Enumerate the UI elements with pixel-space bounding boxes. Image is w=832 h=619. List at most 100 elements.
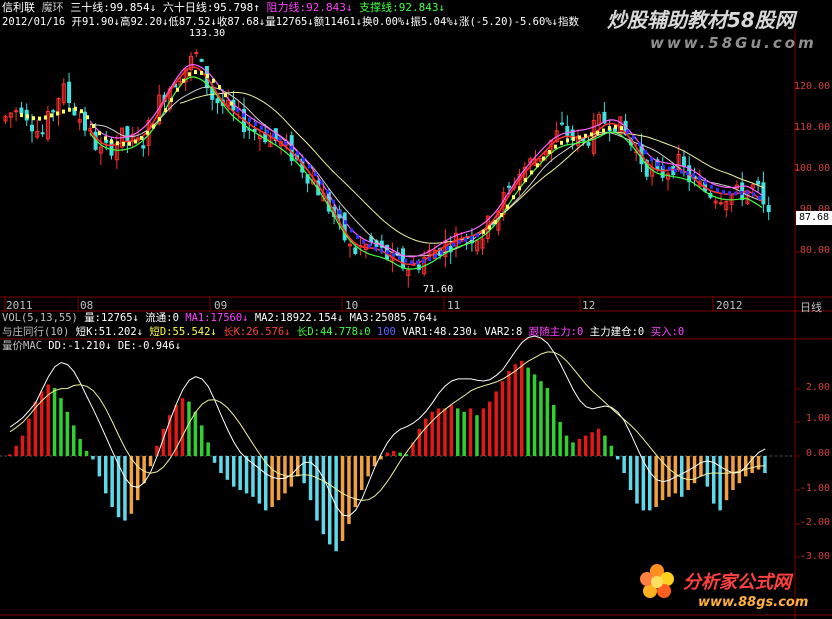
macd-bar [577, 439, 582, 456]
trend-dot [266, 129, 269, 134]
macd-bar [148, 456, 153, 467]
trend-dot [716, 187, 719, 192]
macd-bar [417, 428, 422, 456]
trend-dot [746, 190, 749, 195]
trend-dot [710, 184, 713, 189]
macd-bar [270, 456, 274, 507]
trend-dot [80, 109, 83, 114]
trend-dot [686, 171, 689, 176]
trend-dot [758, 195, 761, 200]
macd-bar [238, 456, 242, 490]
macd-axis-0: 0.00 [805, 448, 830, 459]
current-price-tag: 87.68 [796, 211, 832, 225]
trend-dot [404, 258, 407, 263]
trend-dot [182, 78, 185, 83]
trend-dot [674, 168, 677, 173]
trend-dot [644, 150, 647, 155]
macd-bar [648, 456, 652, 511]
macd-bar [193, 411, 198, 456]
trend-dot [608, 126, 611, 131]
macd-axis-m3: -3.00 [799, 551, 830, 562]
trend-dot [74, 106, 77, 111]
price-axis-100: 100.00 [794, 163, 831, 174]
trend-dot [452, 242, 455, 247]
macd-bar [520, 360, 524, 456]
macd-bar [449, 405, 454, 456]
macd-bar [289, 456, 294, 487]
candle-body [67, 81, 72, 103]
macd-bar [84, 450, 89, 456]
macd-bar [699, 456, 703, 477]
macd-bar [488, 401, 492, 456]
trend-dot [20, 113, 23, 118]
trend-dot [44, 115, 47, 120]
trend-dot [422, 259, 425, 264]
trend-dot [92, 124, 95, 129]
candle-body [586, 142, 591, 146]
trend-dot [380, 248, 383, 253]
macd-bar [718, 456, 722, 511]
trend-dot [392, 252, 395, 257]
macd-bar [136, 456, 140, 501]
macd-bar [52, 388, 57, 456]
high-price-label: 133.30 [189, 28, 226, 39]
macd-bar [564, 435, 569, 456]
trend-dot [206, 73, 209, 78]
macd-bar [302, 456, 306, 484]
macd-bar [552, 405, 556, 456]
trend-dot [740, 191, 743, 196]
macd-bar [616, 456, 620, 460]
trend-dot [650, 157, 653, 162]
candle-body [681, 156, 686, 168]
macd-bar [756, 456, 761, 470]
trend-dot [290, 145, 293, 150]
trend-dot [38, 116, 41, 121]
trend-dot [296, 151, 299, 156]
macd-bar [622, 456, 626, 473]
candle-body [141, 145, 146, 149]
chart-canvas[interactable] [0, 0, 832, 619]
trend-dot [728, 191, 731, 196]
trend-dot [326, 189, 329, 194]
trend-dot [230, 101, 233, 106]
trend-dot [698, 176, 701, 181]
macd-bar [244, 456, 249, 494]
trend-dot [596, 130, 599, 135]
trend-dot [428, 257, 431, 262]
trend-dot [26, 114, 29, 119]
price-axis-80: 80.00 [799, 245, 830, 256]
trend-dot [524, 178, 527, 183]
trend-dot [488, 225, 491, 230]
candle-body [199, 58, 204, 62]
trend-dot [98, 131, 101, 136]
macd-bar [321, 456, 326, 535]
trend-dot [32, 116, 35, 121]
trend-dot [122, 142, 125, 147]
candle-body [14, 110, 19, 113]
trend-dot [86, 115, 89, 120]
trend-dot [458, 240, 461, 245]
trend-dot [692, 173, 695, 178]
trend-dot [518, 186, 521, 191]
trend-dot [110, 139, 113, 144]
macd-bar [110, 456, 114, 507]
macd-bar [686, 456, 690, 490]
macd-bar [545, 388, 550, 456]
macd-bar [91, 456, 95, 460]
trend-dot [548, 149, 551, 154]
trend-dot [164, 108, 167, 113]
date-unit[interactable]: 日线 [800, 299, 822, 315]
trend-dot [446, 246, 449, 251]
trend-dot [338, 210, 341, 215]
candle-body [215, 98, 220, 104]
macd-bar [462, 411, 466, 456]
macd-bar [443, 408, 447, 456]
macd-bar [667, 456, 671, 497]
macd-bar [475, 415, 479, 456]
macd-bar [78, 439, 82, 456]
macd-bar [20, 435, 25, 456]
trend-dot [116, 141, 119, 146]
macd-bar [97, 456, 102, 477]
macd-bar [468, 408, 473, 456]
trend-dot [62, 109, 65, 114]
